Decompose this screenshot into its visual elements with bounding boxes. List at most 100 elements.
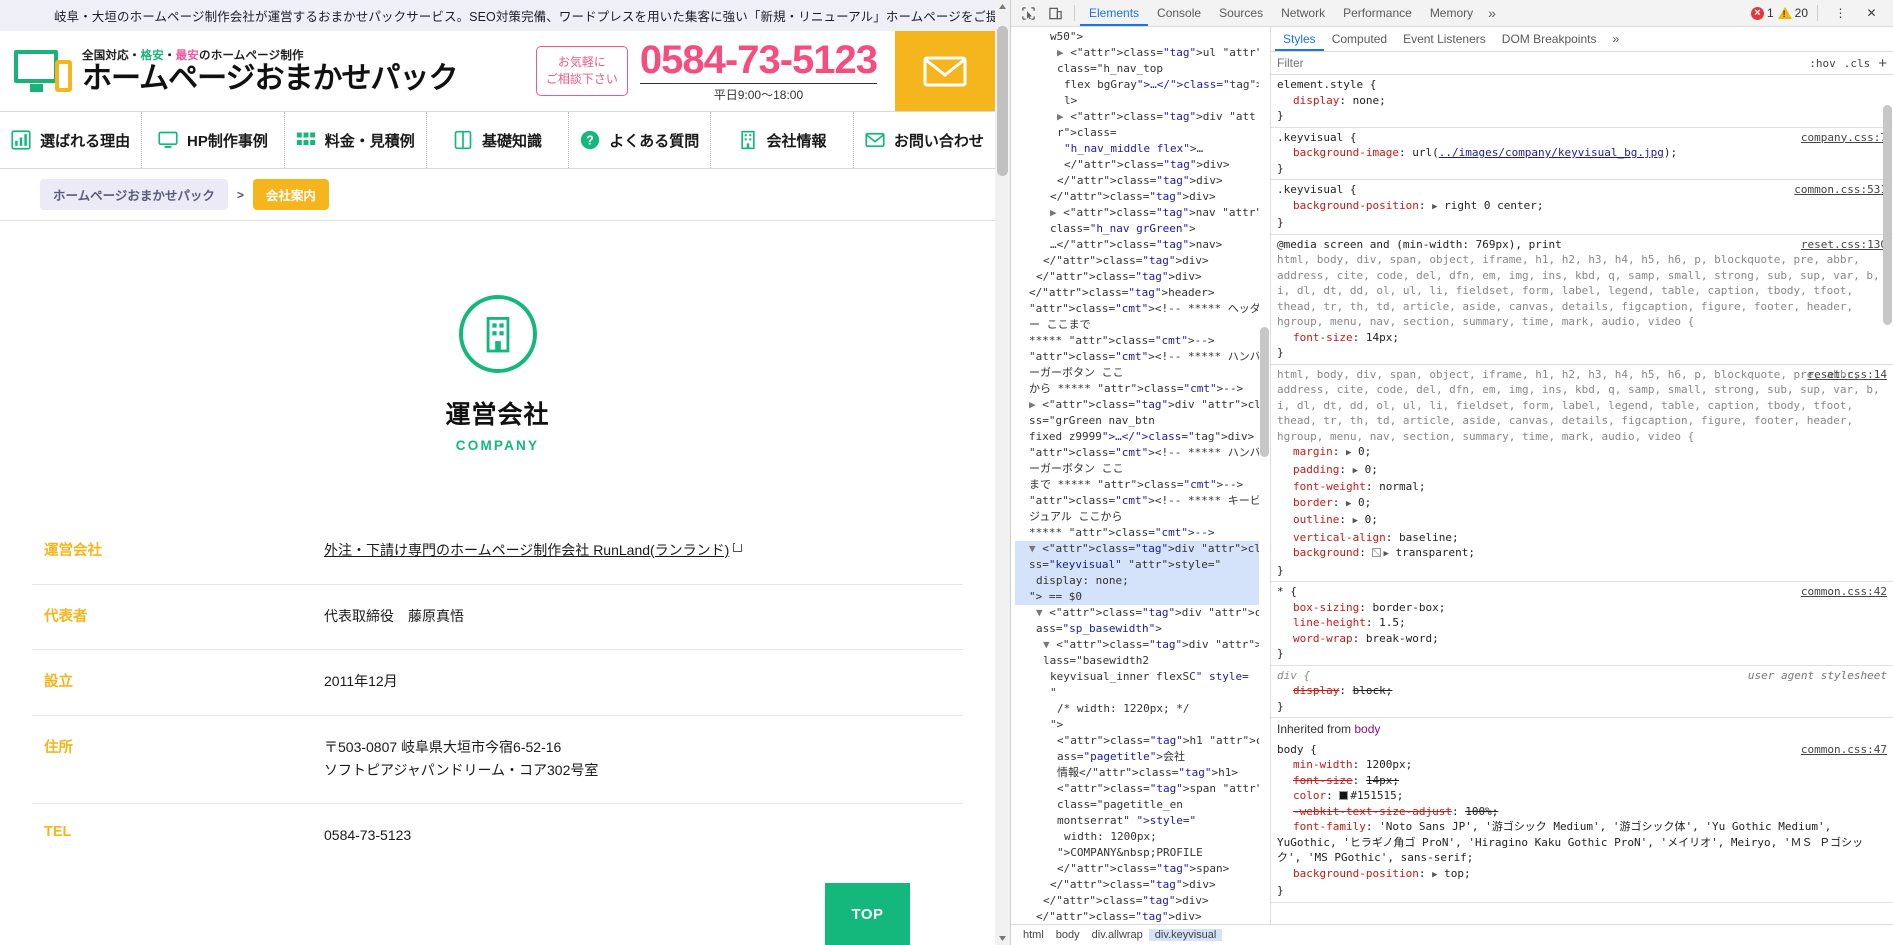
devtools-tab-memory[interactable]: Memory (1421, 0, 1482, 26)
dom-tree-line[interactable]: fixed z9999">…</">class="tag">div> (1015, 429, 1270, 445)
dom-tree-line[interactable]: </"attr">class="tag">span> (1015, 861, 1270, 877)
nav-item-company[interactable]: 会社情報 (711, 112, 854, 168)
warning-badge[interactable]: 20 (1777, 6, 1808, 20)
dom-tree-line[interactable]: w50"> (1015, 29, 1270, 45)
back-to-top-button[interactable]: TOP (825, 883, 910, 945)
scroll-down-arrow[interactable] (995, 930, 1010, 945)
rule-selector[interactable]: .keyvisual { (1277, 130, 1887, 146)
devtools-tab-network[interactable]: Network (1272, 0, 1334, 26)
kebab-menu-icon[interactable]: ⋮ (1827, 0, 1854, 26)
dom-tree-line[interactable]: 情報</"attr">class="tag">h1> (1015, 765, 1270, 781)
style-declaration[interactable]: font-size: 14px; (1277, 330, 1887, 346)
style-declaration[interactable]: display: none; (1277, 93, 1887, 109)
dom-breadcrumb-item[interactable]: div.keyvisual (1148, 929, 1223, 941)
dom-tree-line[interactable]: flex bgGray">…</">class="tag">ul> (1015, 77, 1270, 109)
rule-origin[interactable]: reset.css:14 (1808, 367, 1887, 383)
dom-breadcrumb[interactable]: html body div.allwrap div.keyvisual (1011, 924, 1893, 945)
nav-item-works[interactable]: HP制作事例 (142, 112, 285, 168)
styles-scrollbar[interactable] (1882, 75, 1893, 924)
rule-selector[interactable]: body { (1277, 742, 1887, 758)
header-mail-button[interactable] (895, 31, 995, 111)
dom-tree-line[interactable]: まで ***** "attr">class="cmt">--> (1015, 477, 1270, 493)
style-declaration[interactable]: padding: ▶ 0; (1277, 462, 1887, 480)
dom-tree-panel[interactable]: w50">▶ <"attr">class="tag">ul "attr">cla… (1011, 27, 1271, 924)
style-rule[interactable]: company.css:7 .keyvisual {background-imag… (1271, 128, 1893, 180)
dom-tree-line[interactable]: ▼ <"attr">class="tag">div "attr">class="… (1015, 541, 1270, 573)
dom-tree-line[interactable]: "attr">class="cmt"><!-- ***** ハンバーガーボタン … (1015, 349, 1270, 381)
dom-tree-line[interactable]: </"attr">class="tag">div> (1015, 269, 1270, 285)
style-declaration[interactable]: display: block; (1277, 683, 1887, 699)
devtools-tab-performance[interactable]: Performance (1334, 0, 1421, 26)
styles-tabs-overflow[interactable]: » (1604, 27, 1627, 51)
site-logo[interactable]: 全国対応・格安・最安のホームページ制作 ホームページおまかせパック (0, 31, 458, 111)
devtools-tab-elements[interactable]: Elements (1080, 0, 1149, 26)
dom-breadcrumb-item[interactable]: div.allwrap (1086, 929, 1149, 941)
style-declaration[interactable]: background-position: ▶ right 0 center; (1277, 198, 1887, 216)
style-declaration[interactable]: line-height: 1.5; (1277, 615, 1887, 631)
styles-tab-computed[interactable]: Computed (1324, 27, 1395, 51)
style-declaration[interactable]: min-width: 1200px; (1277, 757, 1887, 773)
color-swatch[interactable] (1339, 791, 1349, 800)
inherited-source[interactable]: body (1354, 722, 1380, 736)
dom-tree-scrollbar-thumb[interactable] (1260, 327, 1269, 457)
scroll-up-arrow[interactable] (995, 0, 1010, 15)
rule-selector[interactable]: * { (1277, 584, 1887, 600)
new-style-rule-button[interactable]: + (1878, 56, 1887, 71)
style-declaration[interactable]: box-sizing: border-box; (1277, 600, 1887, 616)
rule-origin[interactable]: common.css:531 (1794, 182, 1887, 198)
rule-selector[interactable]: element.style { (1277, 77, 1887, 93)
dom-tree[interactable]: w50">▶ <"attr">class="tag">ul "attr">cla… (1011, 27, 1270, 924)
rule-origin[interactable]: common.css:42 (1801, 584, 1887, 600)
rule-selector[interactable]: html, body, div, span, object, iframe, h… (1277, 252, 1887, 330)
style-rule[interactable]: element.style {display: none;} (1271, 75, 1893, 128)
style-rule[interactable]: reset.css:14 html, body, div, span, objec… (1271, 365, 1893, 582)
nav-item-contact[interactable]: お問い合わせ (854, 112, 995, 168)
dom-tree-line[interactable]: ▶ <"attr">class="tag">div "attr">class="… (1015, 397, 1270, 429)
rule-selector[interactable]: html, body, div, span, object, iframe, h… (1277, 367, 1887, 445)
style-declaration[interactable]: -webkit-text-size-adjust: 100%; (1277, 804, 1887, 820)
style-declaration[interactable]: margin: ▶ 0; (1277, 444, 1887, 462)
nav-item-reasons[interactable]: 選ばれる理由 (0, 112, 143, 168)
hov-toggle[interactable]: :hov (1809, 57, 1836, 70)
dom-tree-line[interactable]: </"attr">class="tag">div> (1015, 189, 1270, 205)
dom-tree-line[interactable]: </"attr">class="tag">div> (1015, 173, 1270, 189)
dom-tree-line[interactable]: …</"attr">class="tag">nav> (1015, 237, 1270, 253)
style-rule[interactable]: common.css:47 body {min-width: 1200px; fon… (1271, 740, 1893, 903)
css-resource-link[interactable]: ../images/company/keyvisual_bg.jpg (1439, 146, 1664, 159)
dom-tree-line[interactable]: </"attr">class="tag">div> (1015, 877, 1270, 893)
styles-tab-event-listeners[interactable]: Event Listeners (1395, 27, 1494, 51)
dom-tree-line[interactable]: </"attr">class="tag">div> (1015, 157, 1270, 173)
style-declaration[interactable]: border: ▶ 0; (1277, 495, 1887, 513)
dom-tree-line[interactable]: "> (1015, 717, 1270, 733)
dom-tree-line[interactable]: montserrat" ">style=" (1015, 813, 1270, 829)
style-declaration[interactable]: color: #151515; (1277, 788, 1887, 804)
styles-tab-styles[interactable]: Styles (1275, 27, 1324, 51)
nav-item-pricing[interactable]: 料金・見積例 (285, 112, 427, 168)
styles-filter-input[interactable] (1277, 56, 1802, 70)
dom-tree-line[interactable]: </"attr">class="tag">div> (1015, 909, 1270, 924)
dom-tree-line[interactable]: ▼ <"attr">class="tag">div "attr">class="… (1015, 637, 1270, 669)
dom-tree-line[interactable]: "attr">class="cmt"><!-- ***** ヘッダー ここまで (1015, 301, 1270, 333)
devtools-tabs-overflow[interactable]: » (1482, 0, 1502, 26)
devtools-tab-sources[interactable]: Sources (1210, 0, 1272, 26)
dom-tree-line[interactable]: width: 1200px; (1015, 829, 1270, 845)
dom-tree-line[interactable]: ▶ <"attr">class="tag">div "attr">class= (1015, 109, 1270, 141)
header-phone-block[interactable]: 0584-73-5123 平日9:00〜18:00 (639, 40, 878, 103)
style-declaration[interactable]: outline: ▶ 0; (1277, 512, 1887, 530)
style-declaration[interactable]: background-image: url(../images/company/… (1277, 145, 1887, 161)
dom-breadcrumb-item[interactable]: html (1017, 929, 1050, 941)
style-rule[interactable]: common.css:42 * {box-sizing: border-box; l… (1271, 582, 1893, 666)
style-declaration[interactable]: font-size: 14px; (1277, 773, 1887, 789)
dom-tree-line[interactable]: ▶ <"attr">class="tag">ul "attr">class="h… (1015, 45, 1270, 77)
dom-tree-scrollbar[interactable] (1259, 27, 1270, 924)
page-scrollbar-thumb[interactable] (997, 26, 1008, 176)
dom-tree-line[interactable]: <"attr">class="tag">span "attr">class="p… (1015, 781, 1270, 813)
operating-company-link[interactable]: 外注・下請け専門のホームページ制作会社 RunLand(ランランド) (324, 542, 729, 558)
style-declaration[interactable]: background-position: ▶ top; (1277, 866, 1887, 884)
nav-item-basics[interactable]: 基礎知識 (427, 112, 570, 168)
dom-tree-line[interactable]: </"attr">class="tag">div> (1015, 893, 1270, 909)
dom-tree-line[interactable]: ***** "attr">class="cmt">--> (1015, 525, 1270, 541)
dom-tree-line[interactable]: </"attr">class="tag">div> (1015, 253, 1270, 269)
dom-tree-line[interactable]: </"attr">class="tag">header> (1015, 285, 1270, 301)
styles-scrollbar-thumb[interactable] (1883, 105, 1892, 325)
